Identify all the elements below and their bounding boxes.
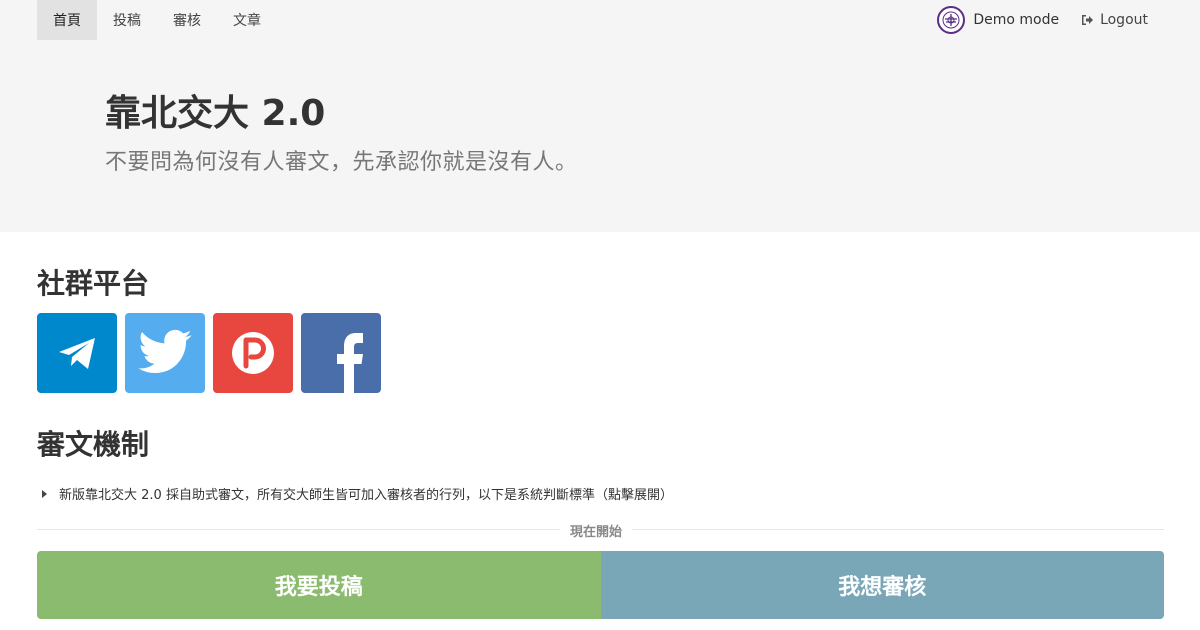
nav-item-articles[interactable]: 文章	[217, 0, 277, 40]
mechanism-summary: 新版靠北交大 2.0 採自助式審文，所有交大師生皆可加入審核者的行列，以下是系統…	[59, 488, 673, 503]
nav-item-review[interactable]: 審核	[157, 0, 217, 40]
logout-label: Logout	[1100, 12, 1148, 28]
top-nav: 首頁 投稿 審核 文章	[37, 0, 277, 40]
nav-item-submit[interactable]: 投稿	[97, 0, 157, 40]
submit-post-button[interactable]: 我要投稿	[37, 551, 601, 619]
plurk-link[interactable]	[213, 313, 293, 393]
logout-icon	[1082, 15, 1094, 25]
start-review-button[interactable]: 我想審核	[600, 551, 1164, 619]
social-heading: 社群平台	[37, 267, 150, 300]
user-label: Demo mode	[973, 12, 1060, 28]
nav-item-home[interactable]: 首頁	[37, 0, 97, 40]
divider-label: 現在開始	[560, 521, 633, 540]
page-subtitle: 不要問為何沒有人審文，先承認你就是沒有人。	[105, 150, 578, 175]
logout-link[interactable]: Logout	[1081, 12, 1148, 28]
telegram-icon	[59, 338, 95, 369]
twitter-icon	[138, 329, 192, 374]
social-links	[37, 313, 381, 393]
plurk-icon	[232, 332, 274, 374]
user-menu[interactable]: Demo mode	[937, 6, 1059, 34]
nav-user-area: Demo mode Logout	[937, 0, 1148, 40]
facebook-icon	[337, 333, 363, 393]
page-title: 靠北交大 2.0	[105, 93, 326, 134]
facebook-link[interactable]	[301, 313, 381, 393]
telegram-link[interactable]	[37, 313, 117, 393]
disclosure-triangle-icon	[42, 489, 47, 498]
mechanism-heading: 審文機制	[37, 428, 150, 461]
twitter-link[interactable]	[125, 313, 205, 393]
avatar	[937, 6, 966, 34]
mechanism-details-toggle[interactable]: 新版靠北交大 2.0 採自助式審文，所有交大師生皆可加入審核者的行列，以下是系統…	[42, 484, 673, 503]
university-seal-icon	[942, 11, 960, 29]
action-buttons: 我要投稿 我想審核	[37, 551, 1164, 619]
